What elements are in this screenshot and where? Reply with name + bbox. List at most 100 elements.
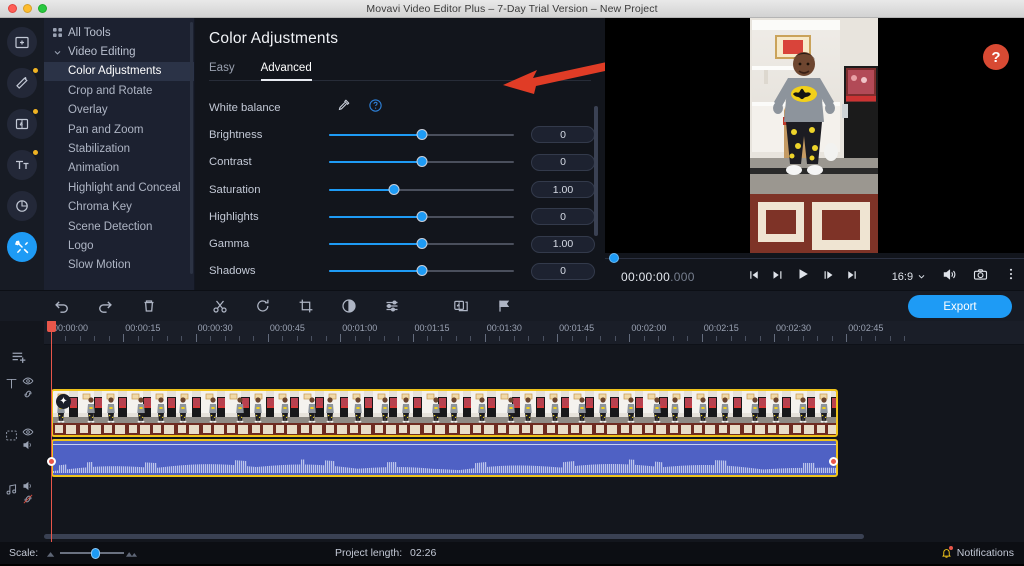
title-track-link[interactable] [22,387,34,405]
kebab-menu-icon[interactable] [1004,267,1018,286]
slider-value[interactable]: 1.00 [531,236,595,253]
redo-button[interactable] [97,298,114,315]
help-circle-icon[interactable] [368,98,383,118]
color-adjust-button[interactable] [341,298,357,314]
slider-shadows[interactable] [329,264,514,278]
tab-easy[interactable]: Easy [209,62,235,81]
sidebar-item-label: All Tools [68,27,111,39]
slider-value[interactable]: 0 [531,154,595,171]
slider-handle[interactable] [416,211,427,222]
split-button[interactable] [212,298,228,314]
zoom-out-icon[interactable] [46,549,57,561]
playhead-handle[interactable] [47,321,56,332]
playhead[interactable] [51,321,52,542]
stickers-button[interactable] [7,191,37,221]
step-forward-icon[interactable] [822,268,834,286]
import-media-button[interactable] [7,27,37,57]
notifications-button[interactable]: Notifications [941,547,1014,559]
sidebar-item-slow-motion[interactable]: Slow Motion [44,256,194,275]
clip-star-marker[interactable]: ✦ [56,394,71,409]
slider-value[interactable]: 0 [531,126,595,143]
slider-value[interactable]: 0 [531,208,595,225]
help-button[interactable]: ? [983,44,1009,70]
audio-track-header[interactable] [5,483,18,501]
audio-clip[interactable] [51,439,838,477]
clip-thumbnail [422,391,447,435]
slider-value[interactable]: 0 [531,263,595,280]
slider-handle[interactable] [388,184,399,195]
ruler-tick [861,336,862,341]
undo-button[interactable] [53,298,70,315]
video-clip[interactable]: ✦ [51,389,838,437]
slider-handle[interactable] [416,129,427,140]
step-back-icon[interactable] [772,268,784,286]
sidebar-item-pan-and-zoom[interactable]: Pan and Zoom [44,120,194,139]
audio-keyframe-left[interactable] [47,457,56,466]
properties-tabs: Easy Advanced [209,62,605,81]
sidebar-item-crop-and-rotate[interactable]: Crop and Rotate [44,81,194,100]
timecode-ms: .000 [670,270,695,284]
sidebar-item-logo[interactable]: Logo [44,236,194,255]
window-titlebar: Movavi Video Editor Plus – 7-Day Trial V… [0,0,1024,18]
sidebar-item-animation[interactable]: Animation [44,159,194,178]
slider-value[interactable]: 1.00 [531,181,595,198]
scale-slider[interactable] [46,546,138,560]
sidebar-item-color-adjustments[interactable]: Color Adjustments [44,62,194,81]
eyedropper-icon[interactable] [337,98,351,117]
titles-button[interactable] [7,150,37,180]
rotate-button[interactable] [255,298,271,314]
skip-start-icon[interactable] [748,268,760,286]
tab-advanced[interactable]: Advanced [261,62,312,81]
ruler-tick [543,336,544,341]
sidebar-item-highlight-and-conceal[interactable]: Highlight and Conceal [44,178,194,197]
ruler-label: 00:01:30 [487,323,522,333]
slider-highlights[interactable] [329,210,514,224]
ruler-tick-major [702,334,703,342]
marker-button[interactable] [496,298,512,314]
properties-button[interactable] [384,298,400,314]
slider-handle[interactable] [416,156,427,167]
sidebar-item-overlay[interactable]: Overlay [44,101,194,120]
seek-handle[interactable] [609,253,619,263]
play-icon[interactable] [796,267,810,286]
speaker-icon[interactable] [942,267,957,287]
timeline-body[interactable]: 00:00:0000:00:1500:00:3000:00:4500:01:00… [44,321,1024,542]
tools-button[interactable] [7,232,37,262]
skip-end-icon[interactable] [846,268,858,286]
preview-seek-bar[interactable] [605,253,1024,263]
timeline-ruler[interactable]: 00:00:0000:00:1500:00:3000:00:4500:01:00… [44,321,1024,345]
add-track-button[interactable] [11,349,28,371]
slider-handle[interactable] [416,265,427,276]
zoom-in-icon[interactable] [125,548,138,561]
filters-button[interactable] [7,68,37,98]
slider-gamma[interactable] [329,237,514,251]
transition-button[interactable] [453,298,469,314]
camera-icon[interactable] [973,267,988,287]
slider-handle[interactable] [416,238,427,249]
audio-keyframe-right[interactable] [829,457,838,466]
export-button[interactable]: Export [908,295,1012,318]
title-track-header[interactable] [5,377,18,395]
timeline-horizontal-scrollbar[interactable] [44,534,864,539]
tool-list-scrollbar[interactable] [190,22,193,274]
video-track-mute[interactable] [22,438,34,456]
sidebar-item-all-tools[interactable]: All Tools [44,23,194,42]
slider-contrast[interactable] [329,155,514,169]
sidebar-item-stabilization[interactable]: Stabilization [44,139,194,158]
sidebar-item-chroma-key[interactable]: Chroma Key [44,198,194,217]
video-track-header[interactable] [5,429,18,447]
crop-button[interactable] [298,298,314,314]
sidebar-item-video-editing[interactable]: Video Editing [44,42,194,61]
slider-brightness[interactable] [329,128,514,142]
scale-handle[interactable] [91,548,100,559]
sidebar-item-scene-detection[interactable]: Scene Detection [44,217,194,236]
transition-icon [453,298,469,314]
aspect-ratio-selector[interactable]: 16:9 [892,271,926,283]
clip-thumbnail [742,391,767,435]
audio-track-link-muted[interactable] [22,492,34,510]
delete-button[interactable] [141,298,157,314]
slider-saturation[interactable] [329,183,514,197]
transitions-button[interactable] [7,109,37,139]
ruler-tick [788,336,789,341]
properties-scrollbar[interactable] [594,106,598,236]
